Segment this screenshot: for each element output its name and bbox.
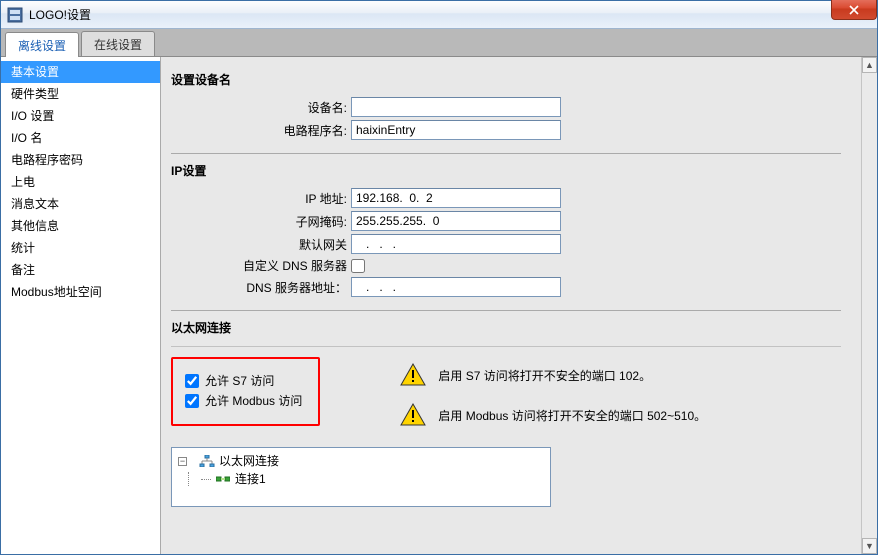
close-icon [849, 5, 859, 15]
tab-offline[interactable]: 离线设置 [5, 32, 79, 57]
warning-icon [400, 363, 426, 387]
label-dns-addr: DNS 服务器地址： [171, 279, 351, 296]
checkbox-custom-dns[interactable] [351, 259, 365, 273]
label-allow-s7: 允许 S7 访问 [205, 372, 274, 389]
close-button[interactable] [831, 0, 877, 20]
network-icon [199, 455, 215, 467]
label-device-name: 设备名: [171, 99, 351, 116]
section-device-name: 设置设备名 设备名: 电路程序名: [171, 69, 841, 154]
input-ip[interactable] [351, 188, 561, 208]
input-mask[interactable] [351, 211, 561, 231]
scroll-up-button[interactable]: ▲ [862, 57, 877, 73]
tabbar: 离线设置 在线设置 [1, 29, 877, 57]
ethernet-connection-tree[interactable]: − 以太网连接 [171, 447, 551, 507]
sidebar-item-poweron[interactable]: 上电 [1, 171, 160, 193]
scroll-down-button[interactable]: ▼ [862, 538, 877, 554]
warn-text-s7: 启用 S7 访问将打开不安全的端口 102。 [438, 367, 651, 384]
settings-window: LOGO!设置 离线设置 在线设置 基本设置 硬件类型 I/O 设置 I/O 名… [0, 0, 878, 555]
sidebar-item-notes[interactable]: 备注 [1, 259, 160, 281]
sidebar-item-hardware[interactable]: 硬件类型 [1, 83, 160, 105]
vertical-scrollbar[interactable]: ▲ ▼ [861, 57, 877, 554]
label-custom-dns: 自定义 DNS 服务器 [171, 257, 351, 274]
tab-online[interactable]: 在线设置 [81, 31, 155, 56]
input-device-name[interactable] [351, 97, 561, 117]
checkbox-allow-s7[interactable] [185, 374, 199, 388]
sidebar-item-program-password[interactable]: 电路程序密码 [1, 149, 160, 171]
warn-text-modbus: 启用 Modbus 访问将打开不安全的端口 502~510。 [438, 407, 706, 424]
window-title: LOGO!设置 [29, 6, 91, 23]
sidebar-item-io-settings[interactable]: I/O 设置 [1, 105, 160, 127]
section-heading-ip: IP设置 [171, 160, 841, 185]
section-ip: IP设置 IP 地址: 子网掩码: 默认网关 自定义 DNS 服务器 [171, 160, 841, 311]
sidebar-item-other[interactable]: 其他信息 [1, 215, 160, 237]
section-heading-device: 设置设备名 [171, 69, 841, 94]
body: 基本设置 硬件类型 I/O 设置 I/O 名 电路程序密码 上电 消息文本 其他… [1, 57, 877, 554]
warning-icon [400, 403, 426, 427]
section-heading-eth: 以太网连接 [171, 317, 841, 342]
input-program-name[interactable] [351, 120, 561, 140]
checkbox-allow-modbus[interactable] [185, 394, 199, 408]
tree-child-row[interactable]: 连接1 [178, 470, 544, 488]
app-icon [7, 7, 23, 23]
sidebar-item-statistics[interactable]: 统计 [1, 237, 160, 259]
tree-child-label: 连接1 [235, 470, 266, 488]
input-gateway[interactable] [351, 234, 561, 254]
sidebar: 基本设置 硬件类型 I/O 设置 I/O 名 电路程序密码 上电 消息文本 其他… [1, 57, 161, 554]
sidebar-item-message-text[interactable]: 消息文本 [1, 193, 160, 215]
sidebar-item-modbus-space[interactable]: Modbus地址空间 [1, 281, 160, 303]
label-allow-modbus: 允许 Modbus 访问 [205, 392, 302, 409]
titlebar: LOGO!设置 [1, 1, 877, 29]
label-gateway: 默认网关 [171, 236, 351, 253]
input-dns-addr[interactable] [351, 277, 561, 297]
label-mask: 子网掩码: [171, 213, 351, 230]
tree-root-row[interactable]: − 以太网连接 [178, 452, 544, 470]
warning-column: 启用 S7 访问将打开不安全的端口 102。 [400, 357, 706, 443]
label-program-name: 电路程序名: [171, 122, 351, 139]
connection-icon [215, 473, 231, 485]
content-wrap: 设置设备名 设备名: 电路程序名: IP设置 IP 地址: [161, 57, 877, 554]
tree-root-label: 以太网连接 [219, 452, 279, 470]
label-ip: IP 地址: [171, 190, 351, 207]
section-ethernet: 以太网连接 允许 S7 访问 允许 Modbus 访问 [171, 317, 841, 517]
sidebar-item-basic[interactable]: 基本设置 [1, 61, 160, 83]
content: 设置设备名 设备名: 电路程序名: IP设置 IP 地址: [161, 57, 861, 554]
sidebar-item-io-names[interactable]: I/O 名 [1, 127, 160, 149]
collapse-icon[interactable]: − [178, 457, 187, 466]
divider [171, 346, 841, 347]
allow-access-group: 允许 S7 访问 允许 Modbus 访问 [171, 357, 320, 426]
